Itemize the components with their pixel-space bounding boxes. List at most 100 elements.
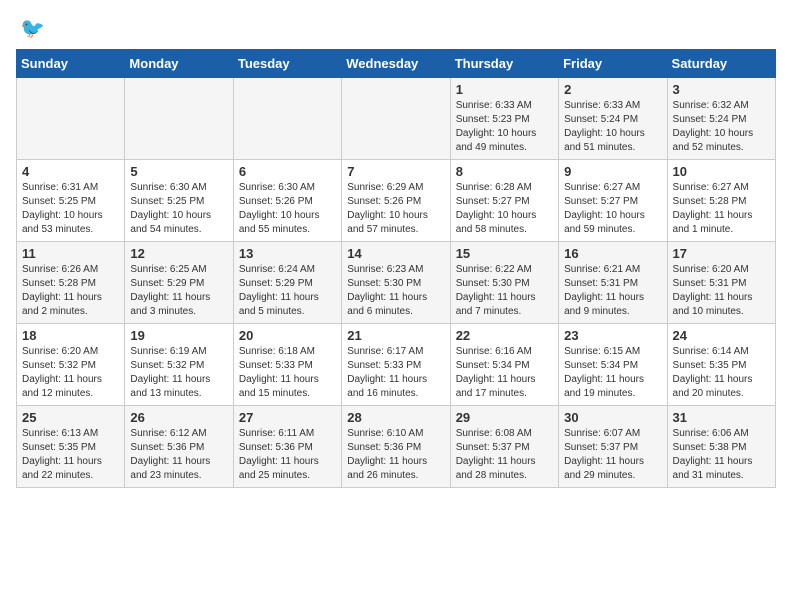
calendar-cell [342,78,450,160]
calendar-cell [17,78,125,160]
calendar-week-1: 1 Sunrise: 6:33 AM Sunset: 5:23 PM Daylig… [17,78,776,160]
day-info: Sunrise: 6:31 AM Sunset: 5:25 PM Dayligh… [22,181,119,237]
day-info: Sunrise: 6:27 AM Sunset: 5:27 PM Dayligh… [564,181,661,237]
day-number: 26 [130,410,227,425]
day-info: Sunrise: 6:06 AM Sunset: 5:38 PM Dayligh… [673,427,770,483]
header-wednesday: Wednesday [342,50,450,78]
day-number: 23 [564,328,661,343]
day-number: 7 [347,164,444,179]
day-info: Sunrise: 6:20 AM Sunset: 5:32 PM Dayligh… [22,345,119,401]
calendar-cell: 24 Sunrise: 6:14 AM Sunset: 5:35 PM Dayli… [667,324,775,406]
day-number: 1 [456,82,553,97]
day-info: Sunrise: 6:30 AM Sunset: 5:26 PM Dayligh… [239,181,336,237]
day-info: Sunrise: 6:33 AM Sunset: 5:24 PM Dayligh… [564,99,661,155]
calendar-cell: 1 Sunrise: 6:33 AM Sunset: 5:23 PM Daylig… [450,78,558,160]
calendar-week-2: 4 Sunrise: 6:31 AM Sunset: 5:25 PM Daylig… [17,160,776,242]
calendar-week-5: 25 Sunrise: 6:13 AM Sunset: 5:35 PM Dayli… [17,406,776,488]
day-info: Sunrise: 6:23 AM Sunset: 5:30 PM Dayligh… [347,263,444,319]
day-info: Sunrise: 6:13 AM Sunset: 5:35 PM Dayligh… [22,427,119,483]
logo-bird-icon: 🐦 [20,16,45,41]
day-info: Sunrise: 6:17 AM Sunset: 5:33 PM Dayligh… [347,345,444,401]
calendar-cell: 31 Sunrise: 6:06 AM Sunset: 5:38 PM Dayli… [667,406,775,488]
calendar-cell: 4 Sunrise: 6:31 AM Sunset: 5:25 PM Daylig… [17,160,125,242]
calendar-cell: 16 Sunrise: 6:21 AM Sunset: 5:31 PM Dayli… [559,242,667,324]
day-number: 10 [673,164,770,179]
calendar-cell [125,78,233,160]
calendar-header-row: SundayMondayTuesdayWednesdayThursdayFrid… [17,50,776,78]
day-number: 3 [673,82,770,97]
day-number: 5 [130,164,227,179]
calendar-cell: 17Sunrise: 6:20 AM Sunset: 5:31 PM Dayli… [667,242,775,324]
calendar-cell: 12Sunrise: 6:25 AM Sunset: 5:29 PM Dayli… [125,242,233,324]
day-info: Sunrise: 6:32 AM Sunset: 5:24 PM Dayligh… [673,99,770,155]
day-info: Sunrise: 6:12 AM Sunset: 5:36 PM Dayligh… [130,427,227,483]
calendar-cell: 23Sunrise: 6:15 AM Sunset: 5:34 PM Dayli… [559,324,667,406]
header-saturday: Saturday [667,50,775,78]
calendar-cell: 29 Sunrise: 6:08 AM Sunset: 5:37 PM Dayli… [450,406,558,488]
day-info: Sunrise: 6:14 AM Sunset: 5:35 PM Dayligh… [673,345,770,401]
calendar-cell: 5 Sunrise: 6:30 AM Sunset: 5:25 PM Daylig… [125,160,233,242]
page-header: 🐦 [16,16,776,41]
day-info: Sunrise: 6:10 AM Sunset: 5:36 PM Dayligh… [347,427,444,483]
day-number: 28 [347,410,444,425]
day-info: Sunrise: 6:33 AM Sunset: 5:23 PM Dayligh… [456,99,553,155]
day-number: 17 [673,246,770,261]
day-info: Sunrise: 6:25 AM Sunset: 5:29 PM Dayligh… [130,263,227,319]
calendar-week-3: 11 Sunrise: 6:26 AM Sunset: 5:28 PM Dayli… [17,242,776,324]
day-info: Sunrise: 6:07 AM Sunset: 5:37 PM Dayligh… [564,427,661,483]
header-thursday: Thursday [450,50,558,78]
header-monday: Monday [125,50,233,78]
day-info: Sunrise: 6:30 AM Sunset: 5:25 PM Dayligh… [130,181,227,237]
calendar-cell: 11 Sunrise: 6:26 AM Sunset: 5:28 PM Dayli… [17,242,125,324]
day-info: Sunrise: 6:22 AM Sunset: 5:30 PM Dayligh… [456,263,553,319]
day-number: 29 [456,410,553,425]
day-info: Sunrise: 6:24 AM Sunset: 5:29 PM Dayligh… [239,263,336,319]
day-number: 31 [673,410,770,425]
day-number: 24 [673,328,770,343]
calendar-week-4: 18 Sunrise: 6:20 AM Sunset: 5:32 PM Dayli… [17,324,776,406]
calendar-cell: 7 Sunrise: 6:29 AM Sunset: 5:26 PM Daylig… [342,160,450,242]
day-info: Sunrise: 6:26 AM Sunset: 5:28 PM Dayligh… [22,263,119,319]
day-info: Sunrise: 6:11 AM Sunset: 5:36 PM Dayligh… [239,427,336,483]
calendar-cell [233,78,341,160]
calendar-cell: 19 Sunrise: 6:19 AM Sunset: 5:32 PM Dayli… [125,324,233,406]
calendar-cell: 6 Sunrise: 6:30 AM Sunset: 5:26 PM Daylig… [233,160,341,242]
calendar-table: SundayMondayTuesdayWednesdayThursdayFrid… [16,49,776,488]
calendar-cell: 28 Sunrise: 6:10 AM Sunset: 5:36 PM Dayli… [342,406,450,488]
day-info: Sunrise: 6:29 AM Sunset: 5:26 PM Dayligh… [347,181,444,237]
day-number: 18 [22,328,119,343]
day-number: 9 [564,164,661,179]
calendar-cell: 3 Sunrise: 6:32 AM Sunset: 5:24 PM Daylig… [667,78,775,160]
day-info: Sunrise: 6:16 AM Sunset: 5:34 PM Dayligh… [456,345,553,401]
day-info: Sunrise: 6:21 AM Sunset: 5:31 PM Dayligh… [564,263,661,319]
calendar-cell: 30 Sunrise: 6:07 AM Sunset: 5:37 PM Dayli… [559,406,667,488]
day-number: 13 [239,246,336,261]
header-sunday: Sunday [17,50,125,78]
day-number: 30 [564,410,661,425]
day-number: 4 [22,164,119,179]
day-number: 11 [22,246,119,261]
day-info: Sunrise: 6:27 AM Sunset: 5:28 PM Dayligh… [673,181,770,237]
day-number: 19 [130,328,227,343]
calendar-cell: 22Sunrise: 6:16 AM Sunset: 5:34 PM Dayli… [450,324,558,406]
calendar-cell: 2 Sunrise: 6:33 AM Sunset: 5:24 PM Daylig… [559,78,667,160]
day-number: 25 [22,410,119,425]
calendar-cell: 8Sunrise: 6:28 AM Sunset: 5:27 PM Daylig… [450,160,558,242]
logo: 🐦 [16,16,45,41]
day-number: 16 [564,246,661,261]
day-number: 15 [456,246,553,261]
day-info: Sunrise: 6:18 AM Sunset: 5:33 PM Dayligh… [239,345,336,401]
day-number: 2 [564,82,661,97]
day-number: 20 [239,328,336,343]
calendar-cell: 9 Sunrise: 6:27 AM Sunset: 5:27 PM Daylig… [559,160,667,242]
day-info: Sunrise: 6:08 AM Sunset: 5:37 PM Dayligh… [456,427,553,483]
calendar-cell: 10 Sunrise: 6:27 AM Sunset: 5:28 PM Dayli… [667,160,775,242]
day-number: 27 [239,410,336,425]
day-number: 6 [239,164,336,179]
day-info: Sunrise: 6:28 AM Sunset: 5:27 PM Dayligh… [456,181,553,237]
calendar-cell: 20 Sunrise: 6:18 AM Sunset: 5:33 PM Dayli… [233,324,341,406]
calendar-cell: 21Sunrise: 6:17 AM Sunset: 5:33 PM Dayli… [342,324,450,406]
calendar-cell: 14 Sunrise: 6:23 AM Sunset: 5:30 PM Dayli… [342,242,450,324]
day-number: 14 [347,246,444,261]
day-info: Sunrise: 6:19 AM Sunset: 5:32 PM Dayligh… [130,345,227,401]
